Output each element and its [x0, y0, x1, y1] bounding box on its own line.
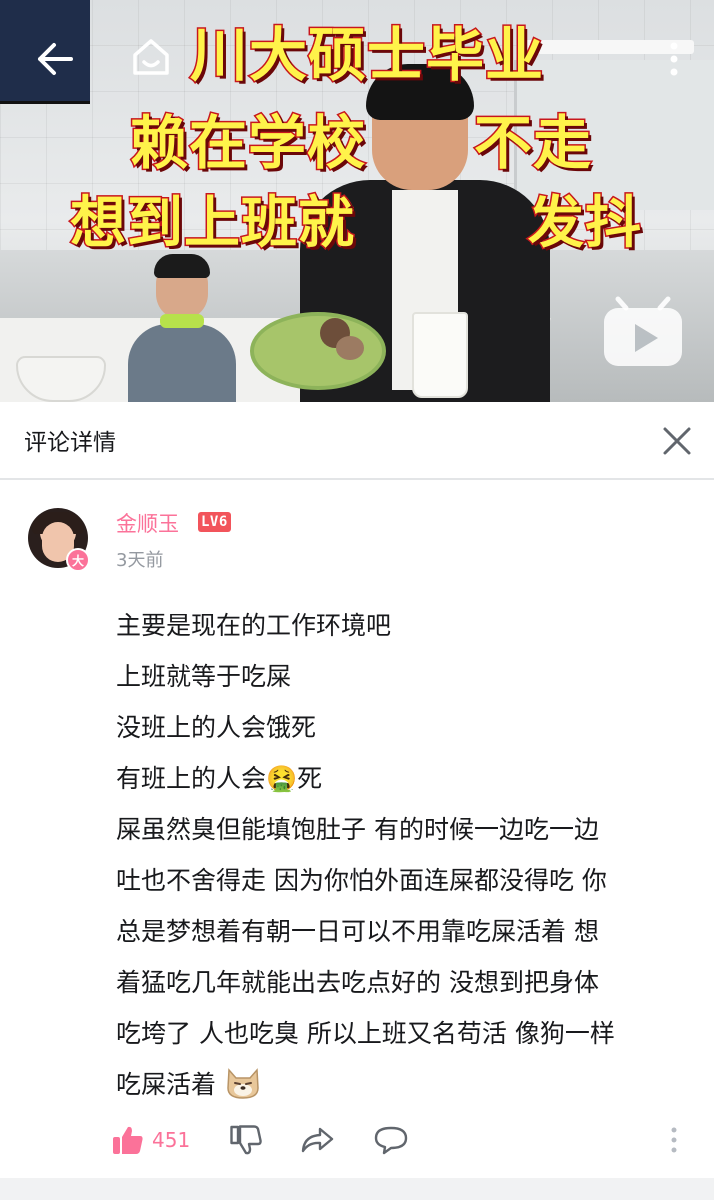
close-icon [663, 427, 691, 455]
home-button[interactable] [126, 32, 176, 82]
reply-button[interactable] [374, 1118, 414, 1162]
speech-bubble-icon [374, 1126, 408, 1155]
video-title-line: 赖在学校 [128, 108, 367, 179]
more-vertical-icon [671, 1127, 677, 1153]
level-badge: LV6 [198, 512, 231, 532]
comment-line: 上班就等于吃屎 [116, 662, 292, 691]
comment-line: 吃屎活着 [116, 1070, 217, 1099]
video-title-line: 想到上班就 [69, 190, 356, 258]
comment-line: 着猛吃几年就能出去吃点好的 没想到把身体 [116, 968, 599, 997]
paper-cup [412, 312, 468, 398]
plate [250, 312, 386, 390]
comment-actions: 451 [112, 1118, 702, 1164]
thumbs-down-icon [230, 1125, 262, 1155]
video-title-line: 发抖 [527, 190, 643, 258]
share-arrow-icon [301, 1127, 334, 1153]
thumbs-up-icon [113, 1126, 143, 1154]
comment-line: 总是梦想着有朝一日可以不用靠吃屎活着 想 [116, 917, 599, 946]
comment-line: 吐也不舍得走 因为你怕外面连屎都没得吃 你 [116, 866, 607, 895]
home-tv-icon [133, 39, 169, 75]
video-player[interactable]: 川大硕士毕业 赖在学校 不走 想到上班就 发抖 [0, 0, 714, 402]
dislike-button[interactable] [230, 1118, 270, 1162]
share-button[interactable] [300, 1118, 340, 1162]
comment-line: 主要是现在的工作环境吧 [116, 611, 392, 640]
back-arrow-icon [38, 43, 73, 75]
comment-line: 没班上的人会饿死 [116, 713, 317, 742]
comment-more-button[interactable] [664, 1118, 684, 1162]
page-title: 评论详情 [24, 430, 116, 456]
comment-time: 3天前 [116, 550, 164, 571]
like-count: 451 [152, 1128, 191, 1152]
video-title-line: 不走 [472, 108, 593, 179]
back-button[interactable] [30, 34, 80, 84]
close-button[interactable] [658, 422, 696, 460]
bottom-divider [0, 1178, 714, 1200]
bilibili-play-icon [604, 296, 682, 366]
avatar-badge: 大 [66, 548, 90, 572]
like-button[interactable]: 451 [112, 1118, 190, 1162]
comment-text: 主要是现在的工作环境吧 上班就等于吃屎 没班上的人会饿死 有班上的人会🤮死 屎虽… [116, 600, 690, 1110]
video-title-line: 川大硕士毕业 [188, 20, 545, 91]
username[interactable]: 金顺玉 [116, 508, 179, 538]
comment-line-last: 吃屎活着 [116, 1059, 690, 1110]
comment-line: 有班上的人会🤮死 [116, 764, 323, 793]
play-button[interactable] [600, 296, 686, 370]
inset-person [122, 248, 242, 402]
more-vertical-icon [670, 42, 678, 76]
comment-line: 屎虽然臭但能填饱肚子 有的时候一边吃一边 [116, 815, 599, 844]
avatar[interactable]: 大 [28, 508, 90, 572]
tea-egg [336, 336, 364, 360]
comment-detail-header: 评论详情 [0, 402, 714, 480]
more-options-button[interactable] [654, 34, 694, 84]
doge-emoji [227, 1068, 259, 1099]
comment-line: 吃垮了 人也吃臭 所以上班又名苟活 像狗一样 [116, 1019, 615, 1048]
